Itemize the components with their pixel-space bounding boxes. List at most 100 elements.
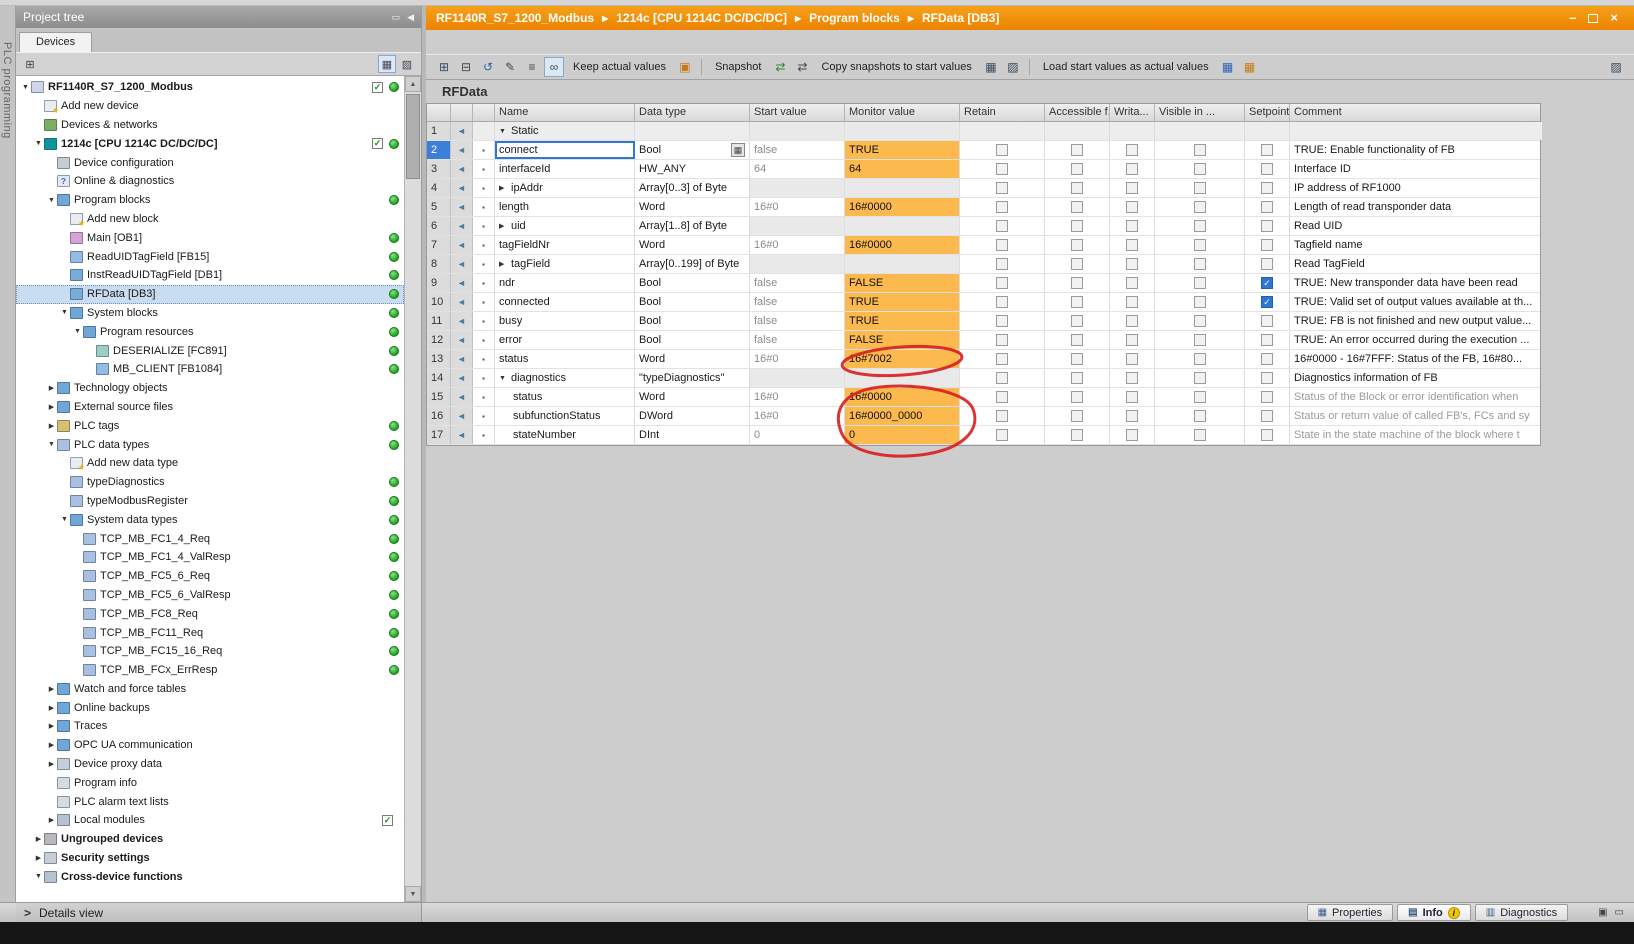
accessible-checkbox[interactable] <box>1071 429 1083 441</box>
setpoint-checkbox[interactable] <box>1261 163 1273 175</box>
row-number[interactable]: 14 <box>427 369 451 387</box>
collapse-arrow-icon[interactable]: ▼ <box>59 516 70 523</box>
collapse-panel-icon[interactable]: ◀ <box>407 12 414 23</box>
comment[interactable]: Status or return value of called FB's, F… <box>1290 407 1542 425</box>
writable-checkbox[interactable] <box>1126 220 1138 232</box>
close-button[interactable]: × <box>1610 11 1618 25</box>
start-value[interactable]: 16#0 <box>750 236 845 254</box>
tree-item-program-resources[interactable]: ▼Program resources <box>16 322 404 341</box>
header-visible[interactable]: Visible in ... <box>1155 104 1245 121</box>
new-object-icon[interactable]: ⊞ <box>21 55 39 73</box>
setpoint-checkbox[interactable] <box>1261 258 1273 270</box>
collapse-arrow-icon[interactable]: ▼ <box>59 309 70 316</box>
retain-checkbox[interactable] <box>996 182 1008 194</box>
db-row-15-status[interactable]: 15◄▪statusWord16#016#0000Status of the B… <box>427 388 1540 407</box>
expand-arrow-icon[interactable]: ▶ <box>46 816 57 824</box>
retain-checkbox[interactable] <box>996 315 1008 327</box>
accessible-checkbox[interactable] <box>1071 182 1083 194</box>
comment[interactable]: 16#0000 - 16#7FFF: Status of the FB, 16#… <box>1290 350 1542 368</box>
header-start-value[interactable]: Start value <box>750 104 845 121</box>
tree-item-tcp-mb-fcx-errresp[interactable]: TCP_MB_FCx_ErrResp <box>16 661 404 680</box>
header-retain[interactable]: Retain <box>960 104 1045 121</box>
db-row-8-tagfield[interactable]: 8◄▪▶tagFieldArray[0..199] of ByteRead Ta… <box>427 255 1540 274</box>
expand-arrow-icon[interactable]: ▶ <box>33 854 44 862</box>
setpoint-checkbox[interactable] <box>1261 182 1273 194</box>
start-value[interactable]: 64 <box>750 160 845 178</box>
db-row-3-interfaceid[interactable]: 3◄▪interfaceIdHW_ANY6464Interface ID <box>427 160 1540 179</box>
comment[interactable]: Interface ID <box>1290 160 1542 178</box>
freeze-values-icon[interactable]: ▣ <box>675 57 695 77</box>
expand-member-icon[interactable]: ▶ <box>499 184 508 192</box>
tree-item-typediagnostics[interactable]: typeDiagnostics <box>16 473 404 492</box>
writable-checkbox[interactable] <box>1126 144 1138 156</box>
retain-checkbox[interactable] <box>996 334 1008 346</box>
accessible-checkbox[interactable] <box>1071 353 1083 365</box>
accessible-checkbox[interactable] <box>1071 315 1083 327</box>
tree-item-technology-objects[interactable]: ▶Technology objects <box>16 379 404 398</box>
db-row-9-ndr[interactable]: 9◄▪ndrBoolfalseFALSE✓TRUE: New transpond… <box>427 274 1540 293</box>
snapshot-button[interactable]: Snapshot <box>715 61 761 73</box>
comment[interactable]: Read UID <box>1290 217 1542 235</box>
expanded-mode-icon[interactable]: ≡ <box>522 57 542 77</box>
header-accessible[interactable]: Accessible f... <box>1045 104 1110 121</box>
scroll-down-icon[interactable]: ▼ <box>405 886 421 902</box>
setpoint-checkbox[interactable] <box>1261 201 1273 213</box>
start-value[interactable]: 16#0 <box>750 350 845 368</box>
minimize-button[interactable]: – <box>1569 11 1576 25</box>
comment[interactable]: State in the state machine of the block … <box>1290 426 1542 444</box>
comment[interactable]: Read TagField <box>1290 255 1542 273</box>
tab-info[interactable]: ▤ Info i <box>1397 904 1471 921</box>
tree-item-local-modules[interactable]: ▶Local modules✓ <box>16 811 404 830</box>
tree-item-watch-and-force-tables[interactable]: ▶Watch and force tables <box>16 680 404 699</box>
tree-item-traces[interactable]: ▶Traces <box>16 717 404 736</box>
tree-item-devices-networks[interactable]: Devices & networks <box>16 116 404 135</box>
tree-item-tcp-mb-fc8-req[interactable]: TCP_MB_FC8_Req <box>16 604 404 623</box>
writable-checkbox[interactable] <box>1126 277 1138 289</box>
visible-checkbox[interactable] <box>1194 201 1206 213</box>
tree-item-tcp-mb-fc11-req[interactable]: TCP_MB_FC11_Req <box>16 623 404 642</box>
tree-item-tcp-mb-fc5-6-req[interactable]: TCP_MB_FC5_6_Req <box>16 567 404 586</box>
row-number[interactable]: 12 <box>427 331 451 349</box>
db-row-7-tagfieldnr[interactable]: 7◄▪tagFieldNrWord16#016#0000Tagfield nam… <box>427 236 1540 255</box>
db-row-5-length[interactable]: 5◄▪lengthWord16#016#0000Length of read t… <box>427 198 1540 217</box>
start-value[interactable] <box>750 217 845 235</box>
tree-item-cross-device-functions[interactable]: ▼Cross-device functions <box>16 867 404 886</box>
tree-item-rfdata-db3[interactable]: RFData [DB3] <box>16 285 404 304</box>
start-value[interactable]: 0 <box>750 426 845 444</box>
db-row-12-error[interactable]: 12◄▪errorBoolfalseFALSETRUE: An error oc… <box>427 331 1540 350</box>
accessible-checkbox[interactable] <box>1071 258 1083 270</box>
row-number[interactable]: 7 <box>427 236 451 254</box>
load-start-values-button[interactable]: Load start values as actual values <box>1043 61 1209 73</box>
comment[interactable]: TRUE: Enable functionality of FB <box>1290 141 1542 159</box>
writable-checkbox[interactable] <box>1126 391 1138 403</box>
keep-actual-values-button[interactable]: Keep actual values <box>573 61 666 73</box>
tree-item-external-source-files[interactable]: ▶External source files <box>16 398 404 417</box>
retain-checkbox[interactable] <box>996 258 1008 270</box>
setpoint-checkbox[interactable] <box>1261 429 1273 441</box>
apply-snapshot-icon[interactable]: ⇄ <box>792 57 812 77</box>
writable-checkbox[interactable] <box>1126 182 1138 194</box>
tree-item-tcp-mb-fc15-16-req[interactable]: TCP_MB_FC15_16_Req <box>16 642 404 661</box>
retain-checkbox[interactable] <box>996 201 1008 213</box>
visible-checkbox[interactable] <box>1194 258 1206 270</box>
start-value[interactable]: false <box>750 312 845 330</box>
db-row-2-connect[interactable]: 2◄▪connectBool▦falseTRUETRUE: Enable fun… <box>427 141 1540 160</box>
float-panel-icon[interactable]: ▣ <box>1598 907 1607 918</box>
expand-arrow-icon[interactable]: ▶ <box>46 760 57 768</box>
writable-checkbox[interactable] <box>1126 163 1138 175</box>
expand-arrow-icon[interactable]: ▶ <box>46 384 57 392</box>
writable-checkbox[interactable] <box>1126 201 1138 213</box>
scroll-up-icon[interactable]: ▲ <box>405 76 421 92</box>
row-number[interactable]: 11 <box>427 312 451 330</box>
tree-item-rf1140r-s7-1200-modbus[interactable]: ▼RF1140R_S7_1200_Modbus✓ <box>16 78 404 97</box>
visible-checkbox[interactable] <box>1194 239 1206 251</box>
load-values-icon[interactable]: ▦ <box>1218 57 1238 77</box>
details-view-bar[interactable]: > Details view <box>16 903 422 922</box>
tree-item-plc-alarm-text-lists[interactable]: PLC alarm text lists <box>16 792 404 811</box>
comment[interactable] <box>1290 122 1542 140</box>
expand-arrow-icon[interactable]: ▶ <box>46 722 57 730</box>
tree-item-tcp-mb-fc5-6-valresp[interactable]: TCP_MB_FC5_6_ValResp <box>16 586 404 605</box>
expand-member-icon[interactable]: ▶ <box>499 260 508 268</box>
collapse-arrow-icon[interactable]: ▼ <box>72 328 83 335</box>
visible-checkbox[interactable] <box>1194 144 1206 156</box>
